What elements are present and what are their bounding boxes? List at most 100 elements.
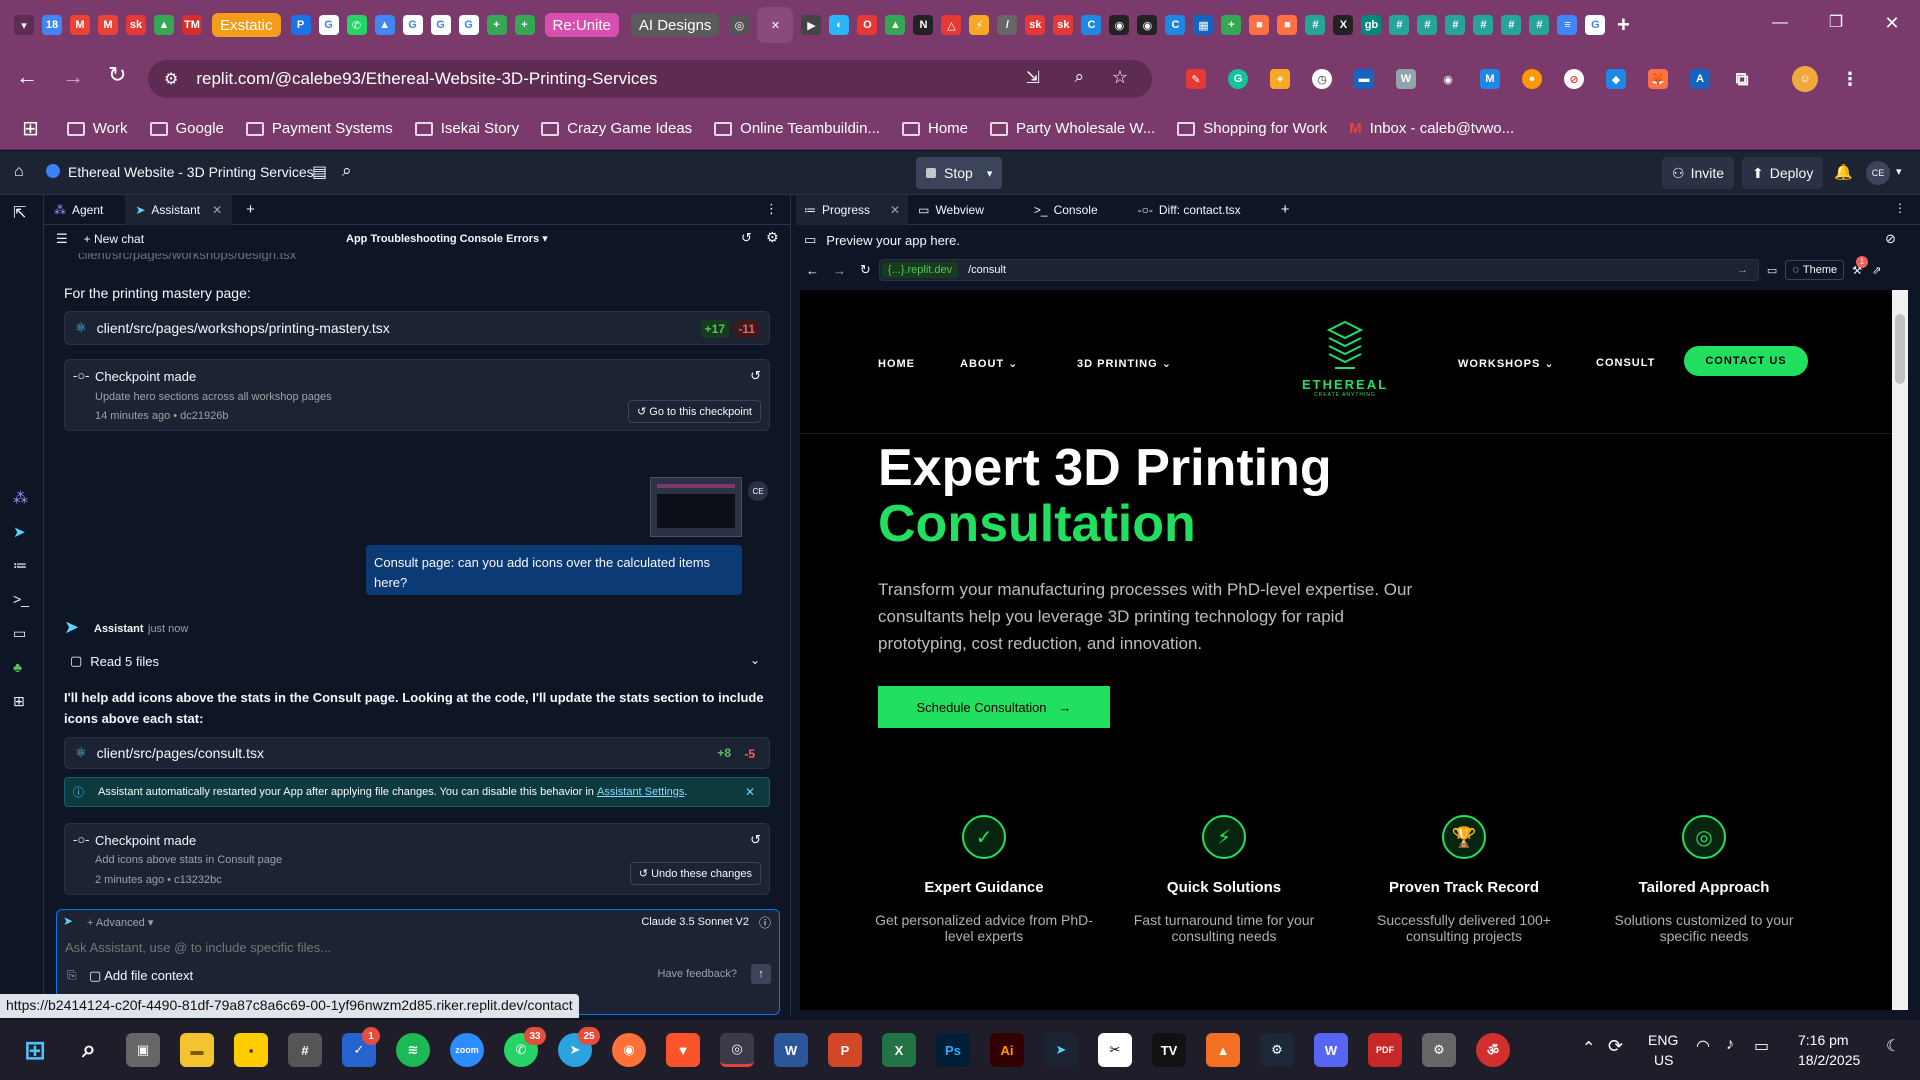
bookmark-folder[interactable]: Party Wholesale W... — [990, 120, 1155, 137]
bookmark-star-icon[interactable]: ☆ — [1112, 67, 1128, 88]
dismiss-icon[interactable]: ⊘ — [1885, 231, 1896, 247]
drive-tab-icon[interactable]: ▲ — [885, 15, 906, 35]
user-avatar[interactable]: CE — [1866, 161, 1890, 185]
profile-avatar[interactable]: ☺ — [1792, 66, 1818, 92]
site-info-icon[interactable]: ⚙ — [164, 69, 178, 89]
tab-favicon[interactable]: △ — [941, 15, 962, 35]
back-icon[interactable]: ← — [806, 263, 819, 278]
tab-favicon[interactable]: # — [1417, 15, 1438, 35]
nav-consult[interactable]: CONSULT — [1596, 357, 1655, 369]
address-text[interactable]: replit.com/@calebe93/Ethereal-Website-3D… — [196, 69, 657, 89]
invite-button[interactable]: ⚇ Invite — [1662, 157, 1735, 189]
tab-diff[interactable]: -○- Diff: contact.tsx — [1128, 195, 1251, 225]
sheets-tab-icon[interactable]: + — [486, 15, 507, 35]
more-icon[interactable]: ⋮ — [765, 201, 778, 217]
bookmark-folder[interactable]: Home — [901, 120, 968, 137]
tab-progress[interactable]: ≔ Progress ✕ — [796, 194, 909, 225]
chevron-down-icon[interactable]: ▾ — [1896, 165, 1902, 178]
zoom-icon[interactable]: zoom — [450, 1033, 484, 1067]
close-icon[interactable]: ✕ — [745, 785, 755, 799]
screenshot-thumbnail[interactable] — [650, 477, 742, 537]
history-icon[interactable]: ↺ — [741, 230, 752, 246]
photoshop-icon[interactable]: Ps — [936, 1033, 970, 1067]
chrome-menu-icon[interactable]: ⋮ — [1840, 69, 1860, 89]
devices-icon[interactable]: ▭ — [1767, 264, 1777, 277]
capcut-icon[interactable]: ✂ — [1098, 1033, 1132, 1067]
google-tab-icon[interactable]: G — [430, 15, 451, 35]
brave-icon[interactable]: ▼ — [666, 1033, 700, 1067]
attach-icon[interactable]: ⎘ — [67, 968, 77, 983]
tab-favicon[interactable]: ▲ — [374, 15, 395, 35]
nav-home[interactable]: HOME — [878, 358, 915, 370]
theme-button[interactable]: ◌ Theme — [1785, 260, 1845, 280]
new-chat-button[interactable]: + New chat — [84, 232, 144, 246]
address-bar[interactable]: ⚙ replit.com/@calebe93/Ethereal-Website-… — [148, 60, 1152, 98]
read-files-expander[interactable]: ▢ Read 5 files ⌄ — [70, 651, 770, 671]
file-change-card[interactable]: ⚛ client/src/pages/consult.tsx +8 -5 — [64, 737, 770, 769]
replit-icon[interactable]: ➤ — [1044, 1033, 1078, 1067]
app-icon[interactable]: ॐ — [1476, 1033, 1510, 1067]
reload-icon[interactable]: ↻ — [860, 262, 871, 278]
chrome-icon[interactable]: ◎ — [720, 1033, 754, 1067]
wifi-icon[interactable]: ◠ — [1696, 1036, 1710, 1056]
add-file-context-button[interactable]: ▢ Add file context — [89, 968, 193, 984]
drive-tab-icon[interactable]: ▲ — [154, 15, 174, 35]
chat-title[interactable]: App Troubleshooting Console Errors ▾ — [346, 232, 548, 245]
steam-icon[interactable]: ⚙ — [1260, 1033, 1294, 1067]
tab-favicon[interactable]: ◉ — [1137, 15, 1158, 35]
clock-time[interactable]: 7:16 pm — [1798, 1032, 1849, 1048]
go-to-checkpoint-button[interactable]: ↺ Go to this checkpoint — [627, 400, 761, 423]
extension-icon[interactable]: ◉ — [1438, 69, 1458, 89]
google-tab-icon[interactable]: G — [318, 15, 339, 35]
region-indicator[interactable]: US — [1654, 1052, 1673, 1068]
tab-favicon[interactable]: ◐ — [829, 15, 850, 35]
settings-gear-icon[interactable]: ⚙ — [766, 229, 779, 246]
preview-scrollbar[interactable] — [1892, 290, 1908, 1010]
reload-icon[interactable]: ↻ — [108, 62, 126, 88]
sync-icon[interactable]: ⟳ — [1608, 1036, 1623, 1057]
tab-favicon[interactable]: # — [1389, 15, 1410, 35]
tab-favicon[interactable]: # — [1529, 15, 1550, 35]
tab-favicon[interactable]: ■ — [1277, 15, 1298, 35]
tab-favicon[interactable]: ■ — [1249, 15, 1270, 35]
tab-favicon[interactable]: ▶ — [801, 15, 822, 35]
nav-3d-printing[interactable]: 3D PRINTING ⌄ — [1077, 357, 1172, 370]
settings-gear-icon[interactable]: ⚙ — [1422, 1033, 1456, 1067]
webview-icon[interactable]: ▭ — [13, 625, 26, 642]
volume-icon[interactable]: ♪ — [1726, 1036, 1734, 1054]
illustrator-icon[interactable]: Ai — [990, 1033, 1024, 1067]
tab-favicon[interactable]: # — [1473, 15, 1494, 35]
tab-favicon[interactable]: # — [1501, 15, 1522, 35]
close-window-icon[interactable]: ✕ — [1864, 0, 1920, 50]
add-tab-icon[interactable]: + — [246, 201, 255, 218]
extension-icon[interactable]: M — [1480, 69, 1500, 89]
tab-favicon[interactable]: ◎ — [729, 15, 750, 35]
tab-agent[interactable]: ⁂ Agent — [44, 195, 113, 225]
tree-icon[interactable]: ♣ — [13, 659, 22, 675]
todo-icon[interactable]: ✓ 1 — [342, 1027, 380, 1067]
bookmark-folder[interactable]: Work — [66, 120, 128, 137]
all-tools-icon[interactable]: ⊞ — [13, 693, 25, 710]
tab-favicon[interactable]: ▦ — [1193, 15, 1214, 35]
tab-console[interactable]: >_ Console — [1024, 195, 1108, 225]
active-tab-close-icon[interactable]: ✕ — [757, 7, 794, 43]
extension-icon[interactable]: ◷ — [1312, 69, 1332, 89]
tab-group-reunite[interactable]: Re:Unite — [544, 13, 619, 37]
sheets-tab-icon[interactable]: + — [514, 15, 535, 35]
console-icon[interactable]: >_ — [13, 591, 29, 607]
app-icon[interactable]: W — [1314, 1033, 1348, 1067]
extension-icon[interactable]: A — [1690, 69, 1710, 89]
tab-favicon[interactable]: TM — [182, 15, 202, 35]
extensions-puzzle-icon[interactable]: ⧉ — [1732, 69, 1752, 89]
schedule-consultation-button[interactable]: Schedule Consultation → — [878, 686, 1110, 728]
google-tab-icon[interactable]: G — [1585, 15, 1606, 35]
extension-icon[interactable]: ⊘ — [1564, 69, 1584, 89]
chevron-down-icon[interactable]: ▾ — [987, 167, 993, 180]
extension-icon[interactable]: ● — [1522, 69, 1542, 89]
site-logo[interactable]: ETHEREAL CREATE ANYTHING — [1290, 318, 1400, 398]
undo-changes-button[interactable]: ↺ Undo these changes — [629, 862, 761, 885]
tab-favicon[interactable]: P — [290, 15, 311, 35]
minimize-icon[interactable]: — — [1752, 0, 1808, 50]
tab-favicon[interactable]: sk — [126, 15, 146, 35]
google-tab-icon[interactable]: G — [458, 15, 479, 35]
